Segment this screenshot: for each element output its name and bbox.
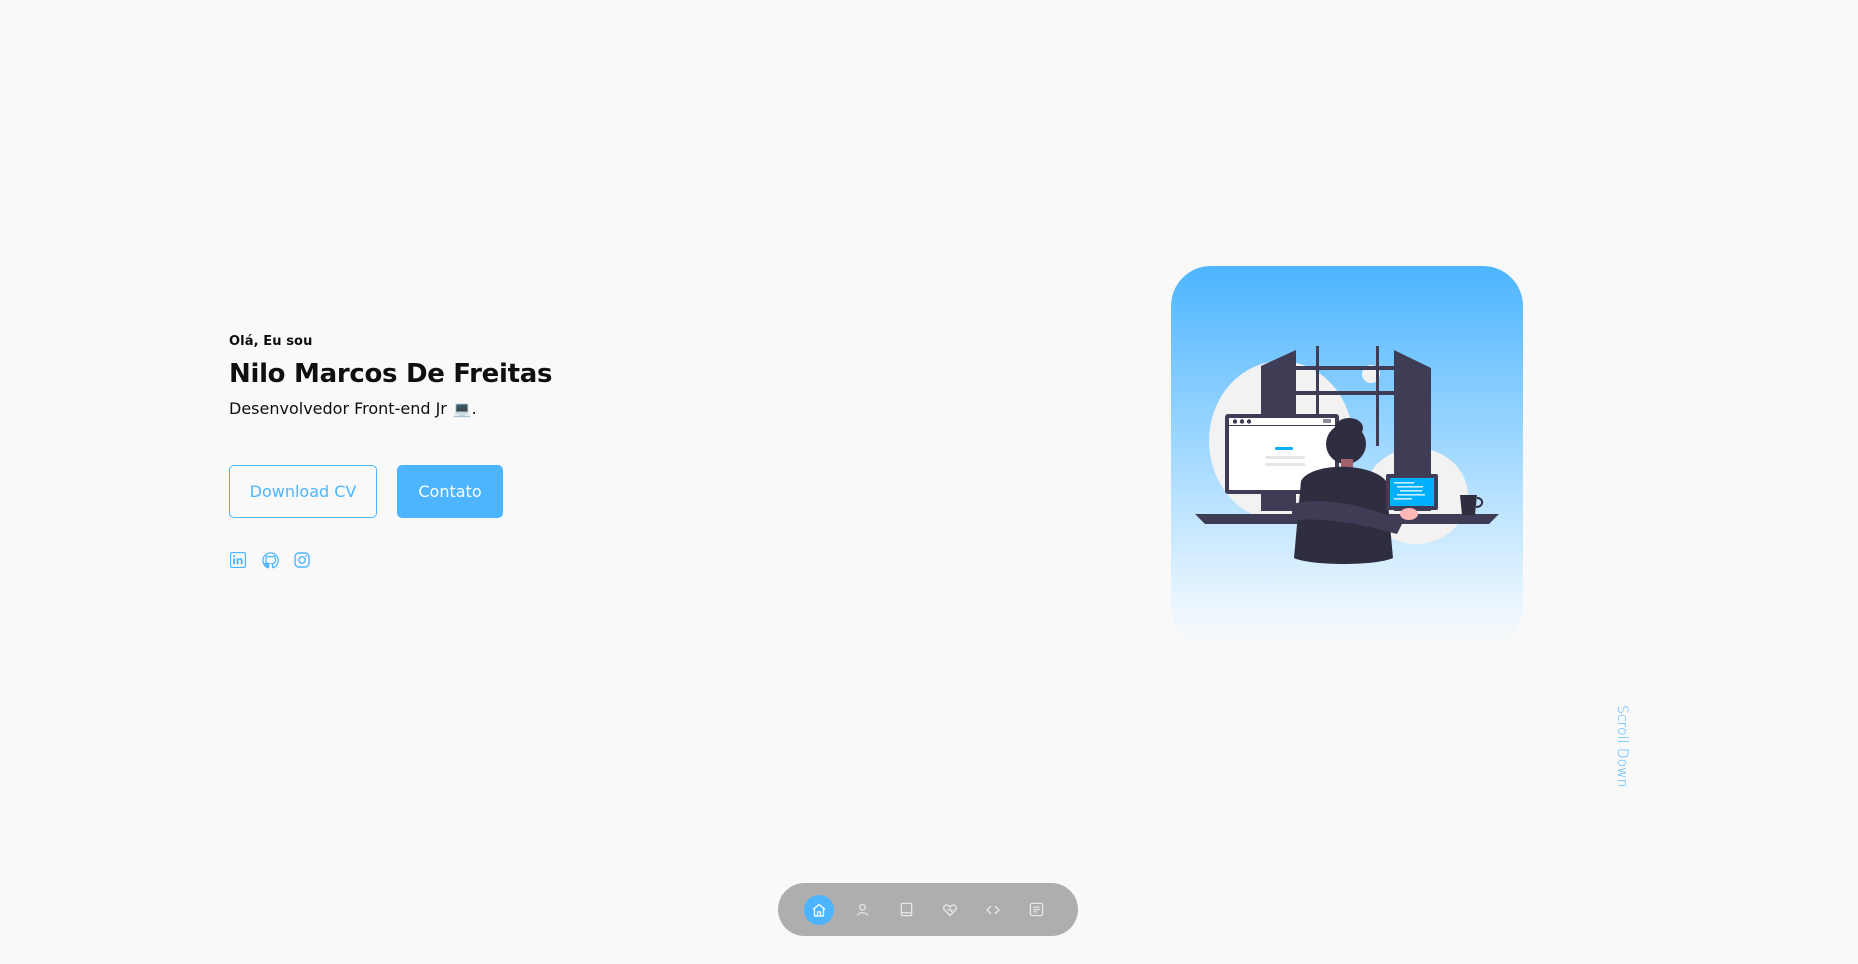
bottom-nav xyxy=(778,883,1078,936)
download-cv-button[interactable]: Download CV xyxy=(229,465,377,518)
scroll-down-area: Scroll Down xyxy=(1614,705,1644,788)
nav-portfolio[interactable] xyxy=(978,895,1008,925)
hero-intro: Olá, Eu sou Nilo Marcos De Freitas Desen… xyxy=(229,334,649,418)
hero-illustration xyxy=(1171,266,1523,646)
contact-button[interactable]: Contato xyxy=(397,465,503,518)
developer-illustration xyxy=(1195,346,1499,564)
hero-greeting: Olá, Eu sou xyxy=(229,334,313,349)
home-icon xyxy=(812,903,826,917)
user-icon xyxy=(856,903,869,916)
hero-role-suffix: . xyxy=(471,399,477,418)
hero-buttons: Download CV Contato xyxy=(229,465,503,518)
book-icon xyxy=(900,902,912,917)
github-icon[interactable] xyxy=(261,551,279,569)
scroll-down-link[interactable]: Scroll Down xyxy=(1614,705,1630,788)
hero-name: Nilo Marcos De Freitas xyxy=(229,359,553,389)
instagram-icon[interactable] xyxy=(293,551,311,569)
service-icon xyxy=(942,903,957,916)
linkedin-icon[interactable] xyxy=(229,551,247,569)
social-links xyxy=(229,551,325,569)
message-icon xyxy=(1029,902,1044,917)
nav-contact[interactable] xyxy=(1022,895,1052,925)
nav-about[interactable] xyxy=(848,895,878,925)
laptop-emoji: 💻 xyxy=(452,399,472,418)
hero-role: Desenvolvedor Front-end Jr 💻 . xyxy=(229,399,649,418)
hero-role-text: Desenvolvedor Front-end Jr xyxy=(229,399,447,418)
code-icon xyxy=(986,905,1000,914)
nav-home[interactable] xyxy=(804,894,834,925)
page: Olá, Eu sou Nilo Marcos De Freitas Desen… xyxy=(0,0,1858,964)
nav-services[interactable] xyxy=(935,895,965,925)
nav-experience[interactable] xyxy=(891,895,921,925)
